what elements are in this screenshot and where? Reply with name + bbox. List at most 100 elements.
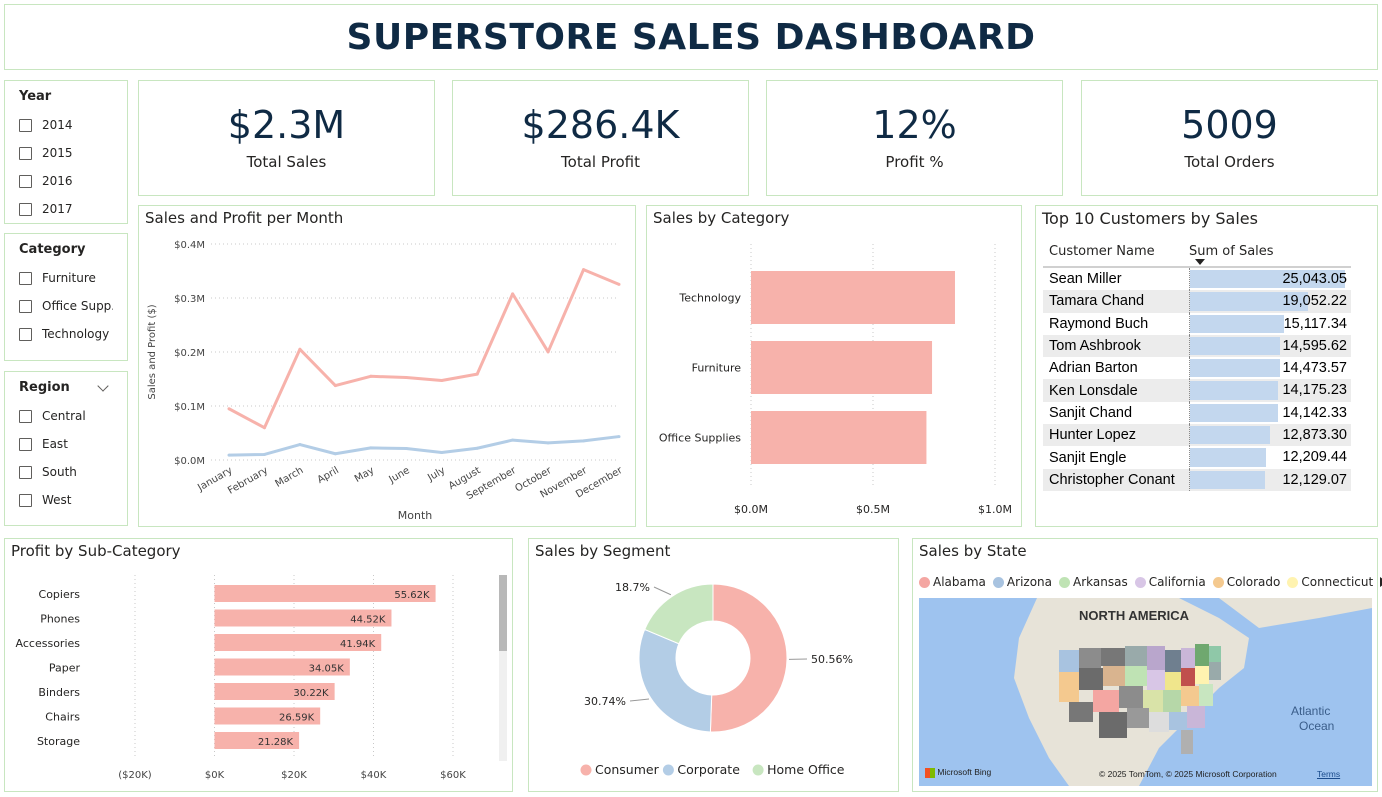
kpi-total-sales[interactable]: $2.3M Total Sales xyxy=(138,80,435,196)
table-row[interactable]: Sean Miller 25,043.05 xyxy=(1043,268,1351,291)
category-option-technology[interactable]: Technology xyxy=(19,320,113,348)
legend-dot xyxy=(919,576,930,588)
sales-value: 14,595.62 xyxy=(1282,337,1347,354)
checkbox-icon[interactable] xyxy=(19,299,32,313)
table-row[interactable]: Sanjit Engle 12,209.44 xyxy=(1043,446,1351,469)
kpi-label: Total Sales xyxy=(246,152,327,171)
kpi-value: $286.4K xyxy=(521,103,680,148)
category-slicer-title: Category xyxy=(19,242,86,257)
kpi-label: Total Profit xyxy=(561,152,640,171)
sales-point xyxy=(475,372,479,376)
year-option-2014[interactable]: 2014 xyxy=(19,111,113,139)
y-tick-label: $0.4M xyxy=(174,240,205,251)
category-chart-panel[interactable]: Sales by Category $0.0M $0.5M $1.0M Technol… xyxy=(646,205,1022,527)
legend-item-alabama[interactable]: Alabama xyxy=(919,575,986,589)
checkbox-icon[interactable] xyxy=(19,465,32,479)
legend-item-california[interactable]: California xyxy=(1134,575,1206,589)
data-bar xyxy=(1190,403,1278,423)
table-row[interactable]: Sanjit Chand 14,142.33 xyxy=(1043,401,1351,425)
map-terms-link[interactable]: Terms xyxy=(1317,769,1340,779)
sum-of-sales-cell: 19,052.22 xyxy=(1189,290,1351,313)
customer-name-cell: Tamara Chand xyxy=(1049,293,1145,310)
profit-point xyxy=(511,438,515,442)
data-label: 41.94K xyxy=(340,639,376,650)
year-option-2015[interactable]: 2015 xyxy=(19,139,113,167)
category-bar-chart[interactable]: $0.0M $0.5M $1.0M Technology Furniture Office… xyxy=(647,206,1021,526)
legend-dot xyxy=(1134,576,1146,588)
data-label: 50.56% xyxy=(811,653,853,666)
table-row[interactable]: Ken Lonsdale 14,175.23 xyxy=(1043,379,1351,402)
column-header-sum-of-sales[interactable]: Sum of Sales xyxy=(1189,244,1351,259)
legend-item-connecticut[interactable]: Connecticut xyxy=(1287,575,1373,589)
legend-dot xyxy=(1212,576,1224,588)
state-map[interactable]: NORTH AMERICA Atlantic Ocean Microsoft B… xyxy=(919,598,1372,786)
kpi-total-orders[interactable]: 5009 Total Orders xyxy=(1081,80,1378,196)
customer-name-cell: Christopher Conant xyxy=(1049,471,1175,488)
legend-dot xyxy=(752,764,764,776)
segment-donut-chart[interactable]: 50.56% 30.74% 18.7% Consumer Corporate Home O… xyxy=(529,539,898,791)
state-map-panel[interactable]: Sales by State Alabama Arizona Arkansas … xyxy=(912,538,1382,792)
category-label: Furniture xyxy=(692,362,742,375)
table-row[interactable]: Tamara Chand 19,052.22 xyxy=(1043,290,1351,313)
subcategory-bar-chart[interactable]: ($20K) $0K $20K $40K $60K Copiers 55.62K Phones… xyxy=(5,539,512,791)
checkbox-icon[interactable] xyxy=(19,409,32,423)
category-option-office-supplies[interactable]: Office Supp... xyxy=(19,292,113,320)
table-row[interactable]: Hunter Lopez 12,873.30 xyxy=(1043,424,1351,447)
region-option-east[interactable]: East xyxy=(19,430,113,458)
checkbox-icon[interactable] xyxy=(19,174,32,188)
checkbox-icon[interactable] xyxy=(19,437,32,451)
checkbox-icon[interactable] xyxy=(19,118,32,132)
checkbox-icon[interactable] xyxy=(19,202,32,216)
region-option-south[interactable]: South xyxy=(19,458,113,486)
customer-name-cell: Ken Lonsdale xyxy=(1049,382,1138,399)
checkbox-icon[interactable] xyxy=(19,146,32,160)
y-tick-label: $0.0M xyxy=(174,456,205,467)
legend-item-arkansas[interactable]: Arkansas xyxy=(1059,575,1128,589)
year-option-2016[interactable]: 2016 xyxy=(19,167,113,195)
legend-label: Consumer xyxy=(595,762,660,777)
sort-descending-icon[interactable] xyxy=(1195,259,1205,265)
table-row[interactable]: Raymond Buch 15,117.34 xyxy=(1043,312,1351,335)
profit-point xyxy=(262,452,266,456)
x-tick-label: ($20K) xyxy=(118,770,152,781)
map-copyright: © 2025 TomTom, © 2025 Microsoft Corporat… xyxy=(1099,769,1277,779)
data-label: 30.74% xyxy=(584,695,626,708)
state-map-title: Sales by State xyxy=(919,542,1027,560)
customers-table: Customer Name Sum of Sales Sean Miller 25… xyxy=(1043,236,1351,491)
sales-line xyxy=(228,268,620,430)
scrollbar-thumb[interactable] xyxy=(499,575,507,651)
kpi-total-profit[interactable]: $286.4K Total Profit xyxy=(452,80,749,196)
sales-value: 14,175.23 xyxy=(1282,382,1347,399)
monthly-chart-panel[interactable]: Sales and Profit per Month $0.0M $0.1M $0.… xyxy=(138,205,636,527)
data-bar xyxy=(1190,470,1266,489)
checkbox-icon[interactable] xyxy=(19,327,32,341)
kpi-profit-percent[interactable]: 12% Profit % xyxy=(766,80,1063,196)
table-row[interactable]: Christopher Conant 12,129.07 xyxy=(1043,468,1351,491)
legend-label: Corporate xyxy=(677,762,740,777)
region-option-west[interactable]: West xyxy=(19,486,113,514)
customers-table-panel[interactable]: Top 10 Customers by Sales Customer Name … xyxy=(1035,205,1378,527)
x-tick-label: February xyxy=(226,465,270,497)
dashboard-title-panel: SUPERSTORE SALES DASHBOARD xyxy=(4,4,1378,70)
category-label: Office Supplies xyxy=(659,432,741,445)
checkbox-icon[interactable] xyxy=(19,271,32,285)
subcategory-chart-panel[interactable]: Profit by Sub-Category ($20K) $0K $20K $40K… xyxy=(4,538,513,792)
sales-value: 14,473.57 xyxy=(1282,360,1347,377)
column-header-customer-name[interactable]: Customer Name xyxy=(1043,244,1189,259)
category-option-furniture[interactable]: Furniture xyxy=(19,264,113,292)
legend-item-arizona[interactable]: Arizona xyxy=(992,575,1052,589)
sum-of-sales-cell: 25,043.05 xyxy=(1189,268,1351,291)
table-row[interactable]: Adrian Barton 14,473.57 xyxy=(1043,357,1351,380)
customers-table-title: Top 10 Customers by Sales xyxy=(1042,209,1258,228)
checkbox-icon[interactable] xyxy=(19,493,32,507)
region-option-central[interactable]: Central xyxy=(19,402,113,430)
chevron-down-icon[interactable] xyxy=(97,379,109,392)
segment-chart-panel[interactable]: Sales by Segment 50.56% 30.74% 18.7% Consum… xyxy=(528,538,899,792)
table-row[interactable]: Tom Ashbrook 14,595.62 xyxy=(1043,334,1351,358)
x-tick-label: $0.5M xyxy=(856,503,890,516)
monthly-line-chart[interactable]: $0.0M$0.1M$0.2M$0.3M$0.4MJanuaryFebruary… xyxy=(139,206,635,526)
legend-item-colorado[interactable]: Colorado xyxy=(1212,575,1280,589)
region-slicer-header: Region xyxy=(19,379,113,395)
year-option-2017[interactable]: 2017 xyxy=(19,195,113,223)
profit-point xyxy=(227,453,231,457)
